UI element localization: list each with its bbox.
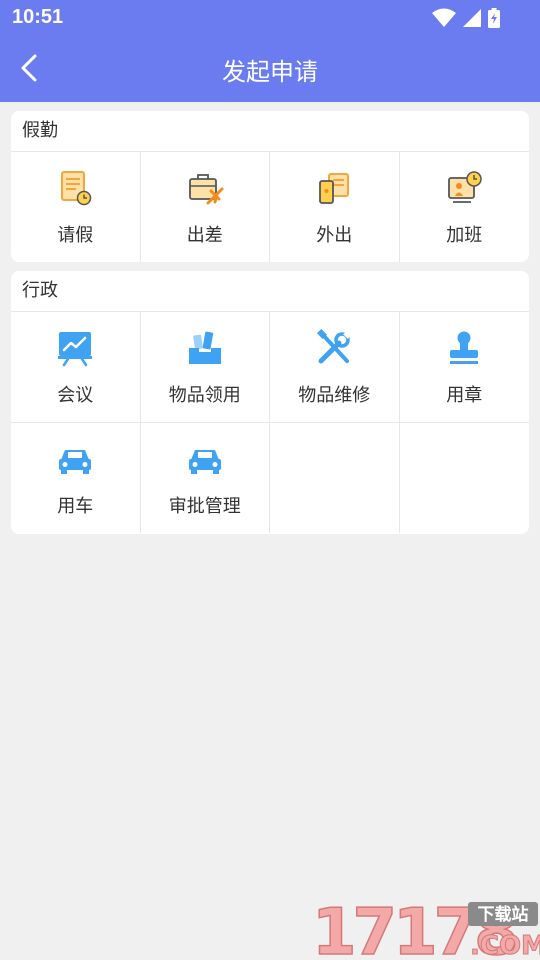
item-meeting[interactable]: 会议 [11, 312, 141, 422]
presentation-board-icon [58, 332, 93, 367]
watermark-tag: 下载站 [478, 904, 529, 925]
item-label: 出差 [186, 225, 223, 246]
item-go-out[interactable]: 外出 [270, 152, 400, 262]
item-label: 请假 [57, 225, 94, 246]
item-label: 物品维修 [298, 385, 371, 406]
status-icons [426, 8, 500, 28]
item-label: 会议 [57, 385, 94, 406]
section-leave: 假勤 请假 出差 外出 加班 [11, 111, 529, 262]
briefcase-plane-icon [188, 174, 224, 205]
item-vehicle-use[interactable]: 用车 [11, 423, 141, 533]
item-label: 用车 [57, 496, 94, 517]
item-label: 审批管理 [168, 496, 241, 517]
section-title: 行政 [11, 271, 529, 312]
watermark-domain: .COM [470, 931, 540, 960]
status-bar: 10:51 [0, 0, 540, 36]
signal-icon [463, 9, 481, 27]
item-label: 加班 [446, 225, 483, 246]
wifi-icon [432, 8, 456, 27]
watermark-logo: 17178 下载站 .COM [311, 895, 540, 960]
item-supplies-requisition[interactable]: 物品领用 [141, 312, 270, 422]
status-time: 10:51 [12, 6, 64, 28]
leave-note-icon [61, 171, 92, 206]
empty-cell [270, 423, 400, 533]
section-grid: 请假 出差 外出 加班 [11, 152, 529, 262]
item-seal-use[interactable]: 用章 [400, 312, 530, 422]
item-supplies-repair[interactable]: 物品维修 [270, 312, 400, 422]
section-title: 假勤 [11, 111, 529, 152]
battery-icon [488, 8, 500, 28]
section-grid: 会议 物品领用 物品维修 用章 用车 审批管理 [11, 312, 529, 533]
page-title: 发起申请 [222, 58, 318, 86]
item-leave[interactable]: 请假 [11, 152, 141, 262]
item-business-trip[interactable]: 出差 [141, 152, 270, 262]
item-approval-management[interactable]: 审批管理 [141, 423, 270, 533]
app-bar: 发起申请 [0, 36, 540, 102]
overtime-clock-icon [448, 171, 482, 203]
car-icon [59, 450, 92, 474]
repair-tools-icon [317, 329, 352, 364]
phone-list-icon [319, 173, 350, 204]
car-icon [188, 450, 221, 474]
item-overtime[interactable]: 加班 [400, 152, 530, 262]
item-label: 物品领用 [168, 385, 241, 406]
item-label: 用章 [446, 385, 483, 406]
section-admin: 行政 会议 物品领用 物品维修 用章 用车 审批管理 [11, 271, 529, 534]
stamp-icon [450, 331, 479, 364]
supplies-box-icon [188, 331, 221, 364]
empty-cell [400, 423, 530, 533]
item-label: 外出 [316, 225, 353, 246]
